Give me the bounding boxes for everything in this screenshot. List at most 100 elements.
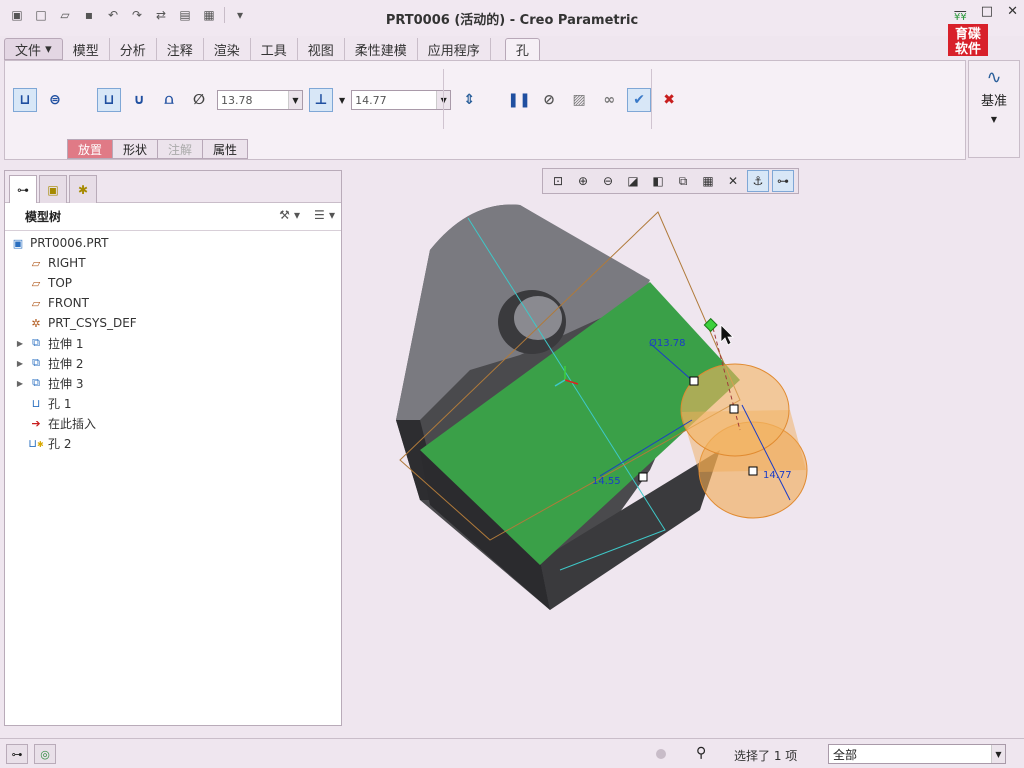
- tree-settings-icon[interactable]: ⚒ ▾: [279, 208, 300, 222]
- extrude-icon: ⧉: [32, 336, 40, 349]
- tree-tools: ⚒ ▾ ☰ ▾: [279, 208, 335, 222]
- extrude-icon: ⧉: [32, 376, 40, 389]
- depth-value[interactable]: 14.77: [352, 94, 436, 107]
- folder-browser-tab-icon[interactable]: ▣: [39, 175, 67, 203]
- expand-icon[interactable]: ▶: [13, 339, 27, 348]
- favorites-tab-icon[interactable]: ✱: [69, 175, 97, 203]
- preview-icon[interactable]: ▨: [567, 88, 591, 112]
- drag-handle[interactable]: [689, 376, 699, 386]
- flat-profile-icon[interactable]: ⊔: [97, 88, 121, 112]
- model-tree-title: 模型树: [25, 210, 62, 224]
- depth-combo[interactable]: 14.77 ▼: [351, 90, 452, 110]
- subtab-placement[interactable]: 放置: [67, 139, 114, 159]
- tab-tools[interactable]: 工具: [251, 38, 298, 60]
- find-icon[interactable]: ⚲: [696, 745, 706, 761]
- tab-render[interactable]: 渲染: [204, 38, 251, 60]
- pause-icon[interactable]: ❚❚: [507, 88, 531, 112]
- subtab-shape[interactable]: 形状: [113, 139, 159, 159]
- browser-toggle-icon[interactable]: ◎: [34, 744, 56, 764]
- drill-profile-icon[interactable]: ∪: [127, 88, 151, 112]
- insert-arrow-icon: ➔: [31, 416, 41, 430]
- tree-node-insert-here[interactable]: ➔ 在此插入: [5, 413, 341, 433]
- close-icon[interactable]: ✕: [1007, 4, 1018, 19]
- status-bar: ⊶ ◎ ⚲ 选择了 1 项 全部 ▼: [0, 738, 1024, 768]
- selection-filter-value[interactable]: 全部: [829, 746, 991, 763]
- tab-annotate[interactable]: 注释: [157, 38, 204, 60]
- navigator-tabs: ⊶ ▣ ✱: [5, 171, 341, 203]
- diameter-combo[interactable]: 13.78 ▼: [217, 90, 303, 110]
- flip-direction-icon[interactable]: ⇕: [457, 88, 481, 112]
- hole-dashboard: ⊔ ⊜ ⊔ ∪ ⩍ ∅ 13.78 ▼ ⊥ ▼ 14.77 ▼ ⇕ ❚❚ ⊘ ▨…: [4, 60, 966, 160]
- standard-hole-icon[interactable]: ⊜: [43, 88, 67, 112]
- diameter-value[interactable]: 13.78: [218, 94, 288, 107]
- verify-icon[interactable]: ∞: [597, 88, 621, 112]
- tree-node-top[interactable]: ▱ TOP: [5, 273, 341, 293]
- svg-text:¥¥: ¥¥: [954, 12, 967, 23]
- depth-type-chevron-icon[interactable]: ▼: [339, 96, 345, 105]
- tree-node-extrude-1[interactable]: ▶ ⧉ 拉伸 1: [5, 333, 341, 353]
- graphics-area[interactable]: Ø13.78 14.77 14.55: [346, 166, 1022, 736]
- ribbon-tabs: 文件 ▾ 模型 分析 注释 渲染 工具 视图 柔性建模 应用程序 孔: [0, 38, 960, 60]
- hole-icon: ⊔: [31, 396, 41, 410]
- chevron-down-icon[interactable]: ▼: [288, 91, 302, 109]
- tree-node-extrude-3[interactable]: ▶ ⧉ 拉伸 3: [5, 373, 341, 393]
- datum-plane-icon: ▱: [31, 276, 41, 290]
- navigator-toggle-icon[interactable]: ⊶: [6, 744, 28, 764]
- datum-button[interactable]: ∿ 基准 ▼: [968, 60, 1020, 158]
- tab-view[interactable]: 视图: [298, 38, 345, 60]
- sketch-profile-icon[interactable]: ⩍: [157, 88, 181, 112]
- ribbon-separator: [651, 69, 652, 129]
- status-dot-icon: [656, 749, 666, 759]
- model-tree-header: 模型树 ⚒ ▾ ☰ ▾: [5, 203, 341, 231]
- tab-analysis[interactable]: 分析: [110, 38, 157, 60]
- chevron-down-icon[interactable]: ▼: [991, 745, 1005, 763]
- tab-file[interactable]: 文件 ▾: [4, 38, 63, 60]
- window-title: PRT0006 (活动的) - Creo Parametric: [385, 13, 639, 28]
- ribbon-separator: [443, 69, 444, 129]
- hole-new-icon: ⊔✱: [28, 436, 44, 450]
- part-icon: ▣: [12, 236, 24, 250]
- mouse-cursor: [720, 324, 734, 346]
- hole-options-row: ⊔ ⊜ ⊔ ∪ ⩍ ∅ 13.78 ▼ ⊥ ▼ 14.77 ▼ ⇕ ❚❚ ⊘ ▨…: [13, 87, 681, 113]
- chevron-down-icon: ▼: [990, 115, 998, 124]
- selection-filter[interactable]: 全部 ▼: [828, 744, 1006, 764]
- no-preview-icon[interactable]: ⊘: [537, 88, 561, 112]
- dim-offset[interactable]: 14.55: [592, 476, 621, 487]
- drag-handle[interactable]: [748, 466, 758, 476]
- tree-show-icon[interactable]: ☰ ▾: [314, 208, 335, 222]
- drag-handle[interactable]: [638, 472, 648, 482]
- subtab-note[interactable]: 注解: [158, 139, 204, 159]
- subtab-properties[interactable]: 属性: [203, 139, 249, 159]
- ok-check-icon[interactable]: ✔: [627, 88, 652, 112]
- status-message: 选择了 1 项: [734, 749, 798, 763]
- simple-hole-icon[interactable]: ⊔: [13, 88, 37, 112]
- datum-plane-icon: ▱: [31, 256, 41, 270]
- dim-depth[interactable]: 14.77: [763, 470, 792, 481]
- model-tree: ▣ PRT0006.PRT ▱ RIGHT ▱ TOP ▱ FRONT ✲ PR…: [5, 231, 341, 453]
- placement-handle[interactable]: [703, 317, 718, 333]
- cancel-x-icon[interactable]: ✖: [657, 88, 681, 112]
- tree-node-hole-1[interactable]: ⊔ 孔 1: [5, 393, 341, 413]
- depth-blind-icon[interactable]: ⊥: [309, 88, 333, 112]
- tree-node-extrude-2[interactable]: ▶ ⧉ 拉伸 2: [5, 353, 341, 373]
- tab-flexible-modeling[interactable]: 柔性建模: [345, 38, 418, 60]
- tab-applications[interactable]: 应用程序: [418, 38, 491, 60]
- tree-node-csys[interactable]: ✲ PRT_CSYS_DEF: [5, 313, 341, 333]
- expand-icon[interactable]: ▶: [13, 359, 27, 368]
- csys-icon: ✲: [31, 316, 41, 330]
- tree-node-front[interactable]: ▱ FRONT: [5, 293, 341, 313]
- title-bar: ▣ □ ▱ ▪ ↶ ↷ ⇄ ▤ ▦ ▾ PRT0006 (活动的) - Creo…: [0, 0, 1024, 36]
- tab-hole[interactable]: 孔: [504, 38, 540, 60]
- expand-icon[interactable]: ▶: [13, 379, 27, 388]
- tab-model[interactable]: 模型: [63, 38, 110, 60]
- tree-node-right[interactable]: ▱ RIGHT: [5, 253, 341, 273]
- datum-plane-icon: ▱: [31, 296, 41, 310]
- datum-icon: ∿: [986, 67, 1002, 88]
- tree-node-hole-2[interactable]: ⊔✱ 孔 2: [5, 433, 341, 453]
- navigator-panel: ⊶ ▣ ✱ 模型树 ⚒ ▾ ☰ ▾ ▣ PRT0006.PRT ▱ RIGHT …: [4, 170, 342, 726]
- dim-diameter[interactable]: Ø13.78: [649, 337, 686, 349]
- datum-label: 基准: [980, 94, 1007, 109]
- tree-node-part[interactable]: ▣ PRT0006.PRT: [5, 233, 341, 253]
- model-tree-tab-icon[interactable]: ⊶: [9, 175, 37, 203]
- drag-handle[interactable]: [729, 404, 739, 414]
